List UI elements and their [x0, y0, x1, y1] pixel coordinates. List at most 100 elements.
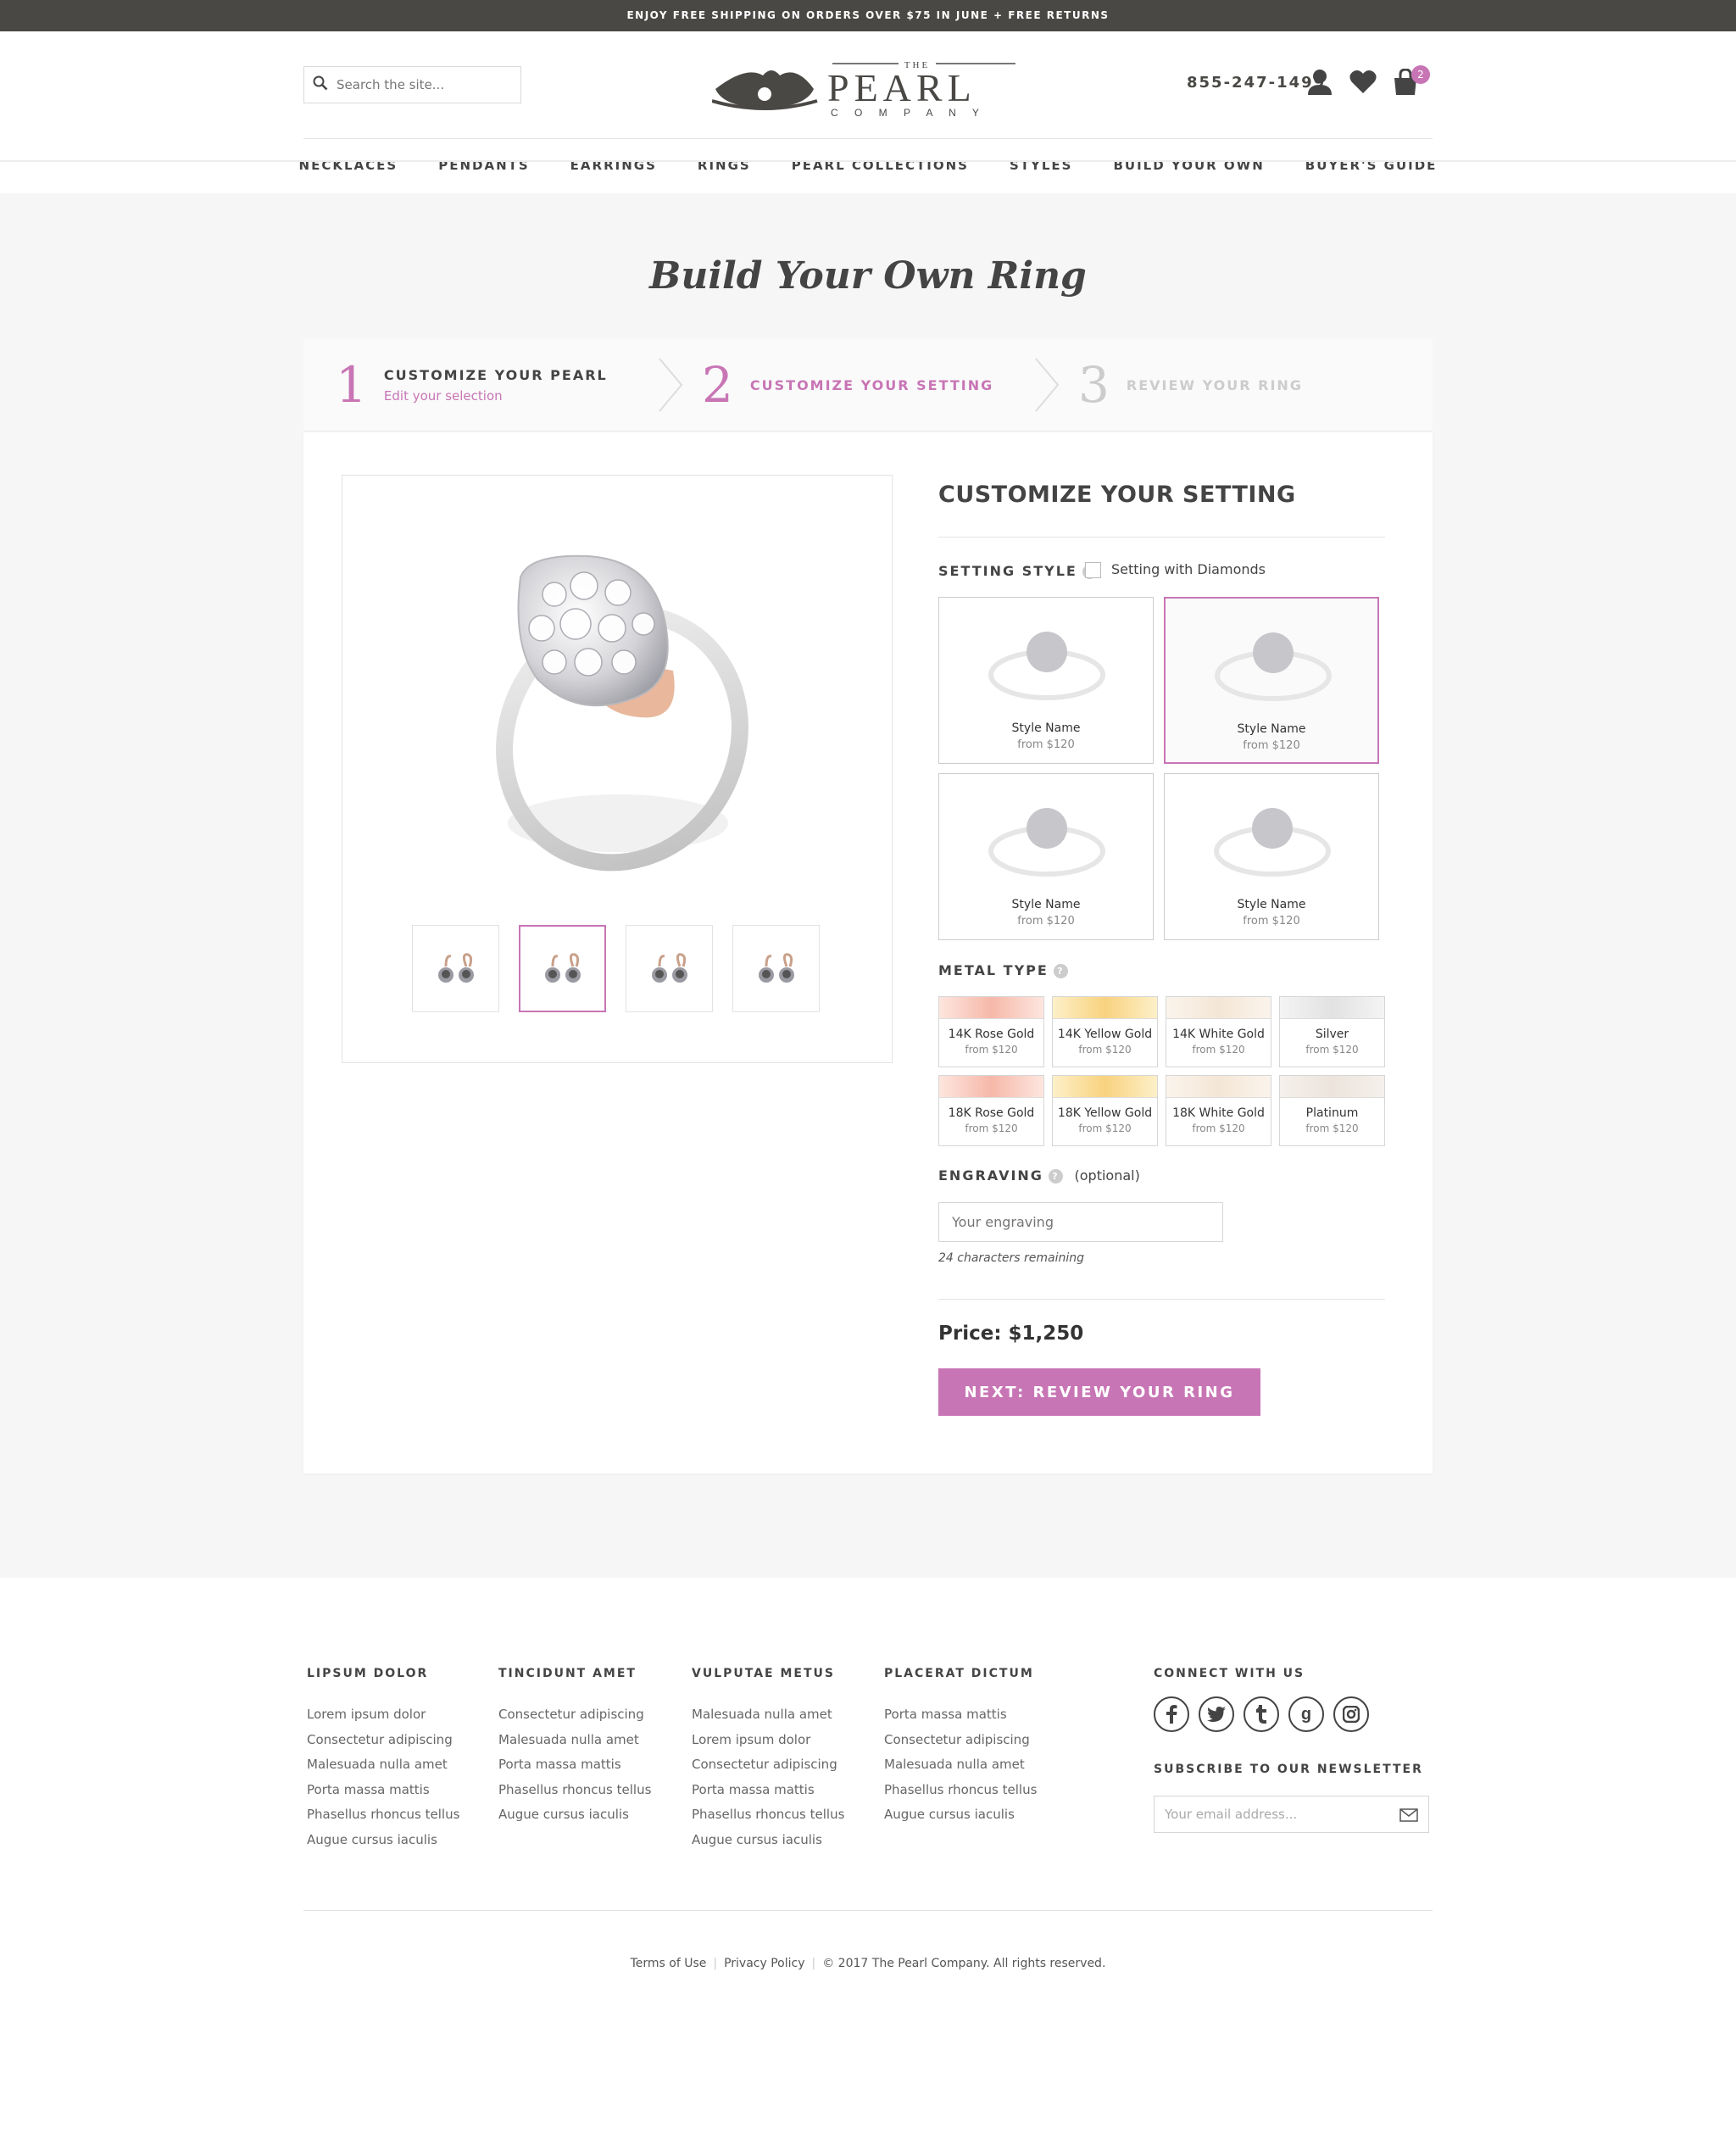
- footer-link[interactable]: Phasellus rhoncus tellus: [307, 1802, 459, 1828]
- footer-link[interactable]: Malesuada nulla amet: [307, 1752, 459, 1778]
- metal-name: 18K Rose Gold: [948, 1106, 1035, 1120]
- legal-links: Terms of Use | Privacy Policy | © 2017 The P…: [630, 1957, 1106, 1970]
- step-1-label: CUSTOMIZE YOUR PEARL: [383, 366, 608, 383]
- phone-number[interactable]: 855-247-1499: [1187, 74, 1326, 92]
- style-price: from $120: [1017, 738, 1075, 751]
- setting-style-option[interactable]: Style Name from $120: [938, 773, 1154, 940]
- metal-name: 18K White Gold: [1172, 1106, 1265, 1120]
- footer-link[interactable]: Phasellus rhoncus tellus: [692, 1802, 844, 1828]
- setting-style-label: SETTING STYLE?: [938, 563, 1097, 579]
- step-3[interactable]: 3 REVIEW YOUR RING: [1078, 338, 1303, 432]
- step-2-number: 2: [702, 356, 733, 414]
- setting-style-option[interactable]: Style Name from $120: [938, 597, 1154, 764]
- email-placeholder[interactable]: Your email address...: [1165, 1807, 1297, 1822]
- footer-link[interactable]: Augue cursus iaculis: [498, 1802, 651, 1828]
- style-name: Style Name: [1011, 721, 1081, 735]
- step-1-number: 1: [336, 356, 367, 414]
- instagram-icon[interactable]: [1333, 1696, 1369, 1732]
- metal-option[interactable]: 18K Rose Gold from $120: [938, 1075, 1044, 1146]
- heart-icon[interactable]: [1349, 69, 1380, 99]
- engraving-input[interactable]: [938, 1202, 1223, 1242]
- facebook-icon[interactable]: [1154, 1696, 1189, 1732]
- envelope-icon[interactable]: [1399, 1808, 1418, 1822]
- metal-swatch: [1053, 1076, 1157, 1098]
- step-1[interactable]: 1 CUSTOMIZE YOUR PEARL Edit your selecti…: [336, 338, 608, 432]
- newsletter-email-field[interactable]: Your email address...: [1154, 1796, 1429, 1833]
- metal-option[interactable]: 18K Yellow Gold from $120: [1052, 1075, 1158, 1146]
- logo-pearl: PEARL: [827, 66, 976, 109]
- footer-link[interactable]: Augue cursus iaculis: [884, 1802, 1037, 1828]
- footer-column: TINCIDUNT AMET Consectetur adipiscing Ma…: [498, 1667, 651, 1828]
- footer-link[interactable]: Phasellus rhoncus tellus: [884, 1778, 1037, 1803]
- style-name: Style Name: [1011, 898, 1081, 911]
- search-icon[interactable]: [313, 75, 337, 94]
- promo-bar: ENJOY FREE SHIPPING ON ORDERS OVER $75 I…: [0, 0, 1736, 31]
- help-icon[interactable]: ?: [1048, 1169, 1063, 1184]
- tumblr-icon[interactable]: [1244, 1696, 1279, 1732]
- footer-link[interactable]: Malesuada nulla amet: [884, 1752, 1037, 1778]
- footer-link[interactable]: Lorem ipsum dolor: [692, 1728, 844, 1753]
- footer-link[interactable]: Consectetur adipiscing: [307, 1728, 459, 1753]
- customizer-heading: CUSTOMIZE YOUR SETTING: [938, 482, 1296, 508]
- footer-link[interactable]: Porta massa mattis: [884, 1702, 1037, 1728]
- terms-link[interactable]: Terms of Use: [631, 1957, 707, 1970]
- gallery-thumbnail[interactable]: [412, 925, 499, 1012]
- footer-link[interactable]: Consectetur adipiscing: [884, 1728, 1037, 1753]
- footer-column-heading: PLACERAT DICTUM: [884, 1667, 1034, 1680]
- help-icon[interactable]: ?: [1053, 964, 1068, 978]
- metal-option[interactable]: 18K White Gold from $120: [1166, 1075, 1271, 1146]
- metal-option[interactable]: 14K Rose Gold from $120: [938, 996, 1044, 1067]
- footer-link[interactable]: Lorem ipsum dolor: [307, 1702, 459, 1728]
- engraving-chars-remaining: 24 characters remaining: [938, 1251, 1085, 1265]
- footer-link[interactable]: Consectetur adipiscing: [692, 1752, 844, 1778]
- next-review-ring-button[interactable]: NEXT: REVIEW YOUR RING: [938, 1368, 1260, 1416]
- section-divider: [938, 537, 1385, 538]
- ring-placeholder-icon: [988, 808, 1105, 877]
- diamonds-checkbox-label[interactable]: Setting with Diamonds: [1111, 561, 1266, 577]
- search-input[interactable]: [337, 77, 506, 92]
- footer-link[interactable]: Phasellus rhoncus tellus: [498, 1778, 651, 1803]
- engraving-label-text: ENGRAVING: [938, 1167, 1043, 1184]
- nav-divider: [0, 160, 1736, 162]
- footer-column: PLACERAT DICTUM Porta massa mattis Conse…: [884, 1667, 1037, 1828]
- edit-selection-link[interactable]: Edit your selection: [384, 388, 608, 404]
- metal-name: 14K Yellow Gold: [1057, 1028, 1153, 1041]
- gallery-thumbnail[interactable]: [732, 925, 820, 1012]
- footer-link[interactable]: Consectetur adipiscing: [498, 1702, 651, 1728]
- setting-style-label-text: SETTING STYLE: [938, 563, 1077, 579]
- step-2[interactable]: 2 CUSTOMIZE YOUR SETTING: [702, 338, 993, 432]
- footer-link[interactable]: Porta massa mattis: [498, 1752, 651, 1778]
- footer-column: LIPSUM DOLOR Lorem ipsum dolor Consectet…: [307, 1667, 459, 1852]
- step-chevron-icon: [659, 358, 683, 412]
- setting-style-option-selected[interactable]: Style Name from $120: [1164, 597, 1379, 764]
- gallery-thumbnail[interactable]: [626, 925, 713, 1012]
- setting-style-option[interactable]: Style Name from $120: [1164, 773, 1379, 940]
- gallery-thumbnail-selected[interactable]: [519, 925, 606, 1012]
- footer-link[interactable]: Augue cursus iaculis: [307, 1828, 459, 1853]
- footer-link[interactable]: Porta massa mattis: [692, 1778, 844, 1803]
- step-chevron-icon: [1035, 358, 1060, 412]
- metal-price: from $120: [1192, 1044, 1245, 1056]
- site-logo[interactable]: THE PEARL C O M P A N Y: [711, 57, 1022, 119]
- diamonds-checkbox[interactable]: [1085, 562, 1101, 578]
- product-gallery: [342, 475, 893, 1063]
- metal-swatch: [1166, 1076, 1271, 1098]
- site-header: THE PEARL C O M P A N Y 855-247-1499 2 N…: [0, 31, 1736, 192]
- footer-divider: [303, 1910, 1433, 1911]
- search-box[interactable]: [303, 66, 521, 103]
- footer-link[interactable]: Malesuada nulla amet: [692, 1702, 844, 1728]
- google-icon[interactable]: g: [1288, 1696, 1324, 1732]
- account-icon[interactable]: [1307, 69, 1338, 99]
- footer-link[interactable]: Malesuada nulla amet: [498, 1728, 651, 1753]
- privacy-link[interactable]: Privacy Policy: [724, 1957, 804, 1970]
- footer-link[interactable]: Porta massa mattis: [307, 1778, 459, 1803]
- twitter-icon[interactable]: [1199, 1696, 1234, 1732]
- metal-option[interactable]: Platinum from $120: [1279, 1075, 1385, 1146]
- metal-option[interactable]: 14K Yellow Gold from $120: [1052, 996, 1158, 1067]
- footer-link[interactable]: Augue cursus iaculis: [692, 1828, 844, 1853]
- metal-option[interactable]: Silver from $120: [1279, 996, 1385, 1067]
- ring-main-image[interactable]: [461, 543, 775, 900]
- footer-column: VULPUTAE METUS Malesuada nulla amet Lore…: [692, 1667, 844, 1852]
- metal-option[interactable]: 14K White Gold from $120: [1166, 996, 1271, 1067]
- metal-swatch: [1166, 997, 1271, 1019]
